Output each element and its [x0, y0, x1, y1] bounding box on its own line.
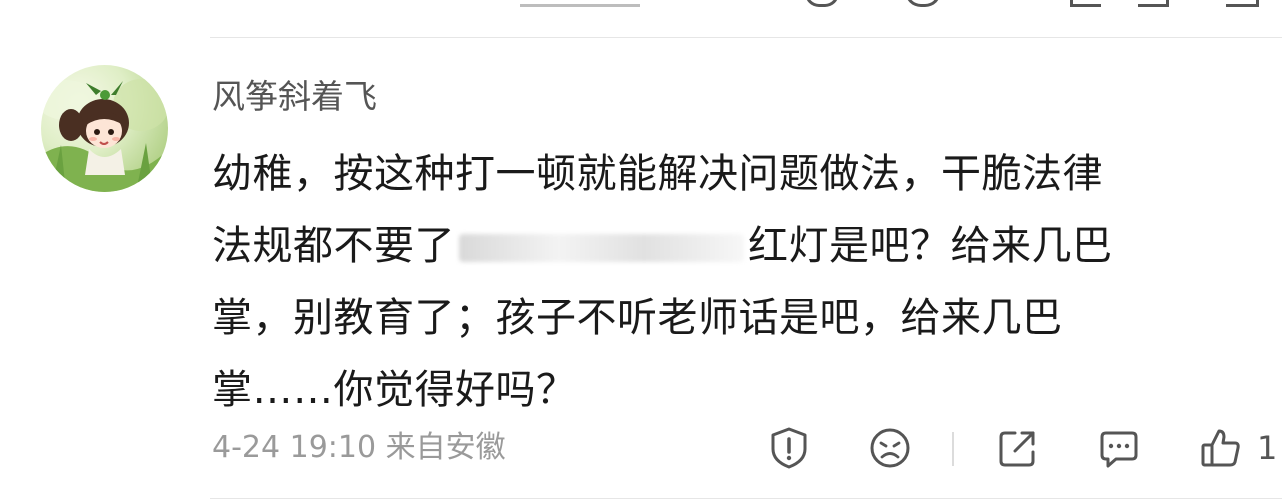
comment-line: 幼稚，按这种打一顿就能解决问题做法，干脆法律 — [212, 151, 1103, 197]
comment-line-part: 法规都不要了 — [212, 223, 455, 269]
share-icon — [999, 431, 1035, 467]
previous-share-icon[interactable] — [1070, 0, 1101, 7]
previous-reply-icon[interactable] — [1138, 0, 1169, 7]
reply-icon — [1100, 431, 1138, 468]
comment-line: 法规都不要了 红灯是吧？给来几巴 — [212, 210, 1274, 282]
divider-bottom — [210, 498, 1282, 499]
avatar[interactable] — [41, 65, 168, 192]
like-count: 1 — [1257, 429, 1278, 467]
report-button[interactable] — [763, 422, 815, 474]
dislike-icon — [870, 428, 910, 468]
like-icon — [1201, 429, 1240, 467]
previous-report-icon[interactable] — [805, 0, 839, 7]
avatar-illustration — [41, 79, 168, 192]
divider-top — [210, 37, 1282, 38]
dislike-button[interactable] — [864, 422, 916, 474]
previous-like-icon[interactable] — [1226, 0, 1259, 7]
comment-line-part: 红灯是吧？给来几巴 — [748, 223, 1113, 269]
comment-actions: 1 — [0, 422, 1282, 474]
previous-meta-fragment — [520, 0, 640, 7]
like-button[interactable] — [1195, 422, 1247, 474]
comment-username[interactable]: 风筝斜着飞 — [212, 76, 377, 118]
share-button[interactable] — [992, 422, 1044, 474]
previous-comment-actions — [0, 0, 1282, 7]
redacted-text — [459, 234, 744, 262]
report-icon — [771, 427, 807, 469]
reply-button[interactable] — [1093, 422, 1145, 474]
comment-line: 掌……你觉得好吗？ — [212, 367, 577, 413]
comment-text: 幼稚，按这种打一顿就能解决问题做法，干脆法律 法规都不要了 红灯是吧？给来几巴 掌… — [212, 138, 1274, 426]
comment-page: 风筝斜着飞 幼稚，按这种打一顿就能解决问题做法，干脆法律 法规都不要了 红灯是吧？… — [0, 0, 1282, 501]
actions-separator — [952, 432, 954, 466]
comment-line: 掌，别教育了；孩子不听老师话是吧，给来几巴 — [212, 295, 1063, 341]
previous-dislike-icon[interactable] — [905, 0, 941, 7]
